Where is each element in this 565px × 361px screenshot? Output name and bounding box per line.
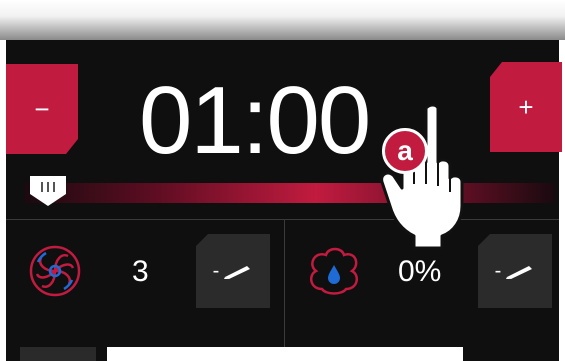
edit-fan-button[interactable]: - [196, 234, 270, 308]
bottom-tab-bar[interactable] [107, 347, 463, 361]
top-fade [0, 0, 565, 40]
decrease-label: − [34, 93, 50, 124]
edit-fan-dash: - [212, 259, 220, 282]
column-divider [284, 220, 285, 361]
edit-moisture-dash: - [494, 259, 502, 282]
oven-control-panel: − 01:00 + 3 - 0% - [6, 40, 562, 361]
section-divider [6, 219, 559, 220]
edit-moisture-button[interactable]: - [478, 234, 552, 308]
moisture-icon [309, 247, 359, 295]
step-badge: a [382, 128, 428, 174]
pencil-icon [506, 266, 533, 279]
bottom-tab-left[interactable] [20, 347, 96, 361]
fan-icon [29, 245, 81, 297]
time-slider-track[interactable] [24, 183, 554, 203]
pencil-icon [224, 266, 251, 279]
fan-level-value: 3 [132, 255, 149, 288]
moisture-value: 0% [398, 255, 442, 288]
pointing-hand-icon [380, 103, 464, 250]
increase-label: + [518, 91, 534, 122]
decrease-time-button[interactable]: − [6, 64, 78, 154]
increase-time-button[interactable]: + [490, 62, 562, 152]
